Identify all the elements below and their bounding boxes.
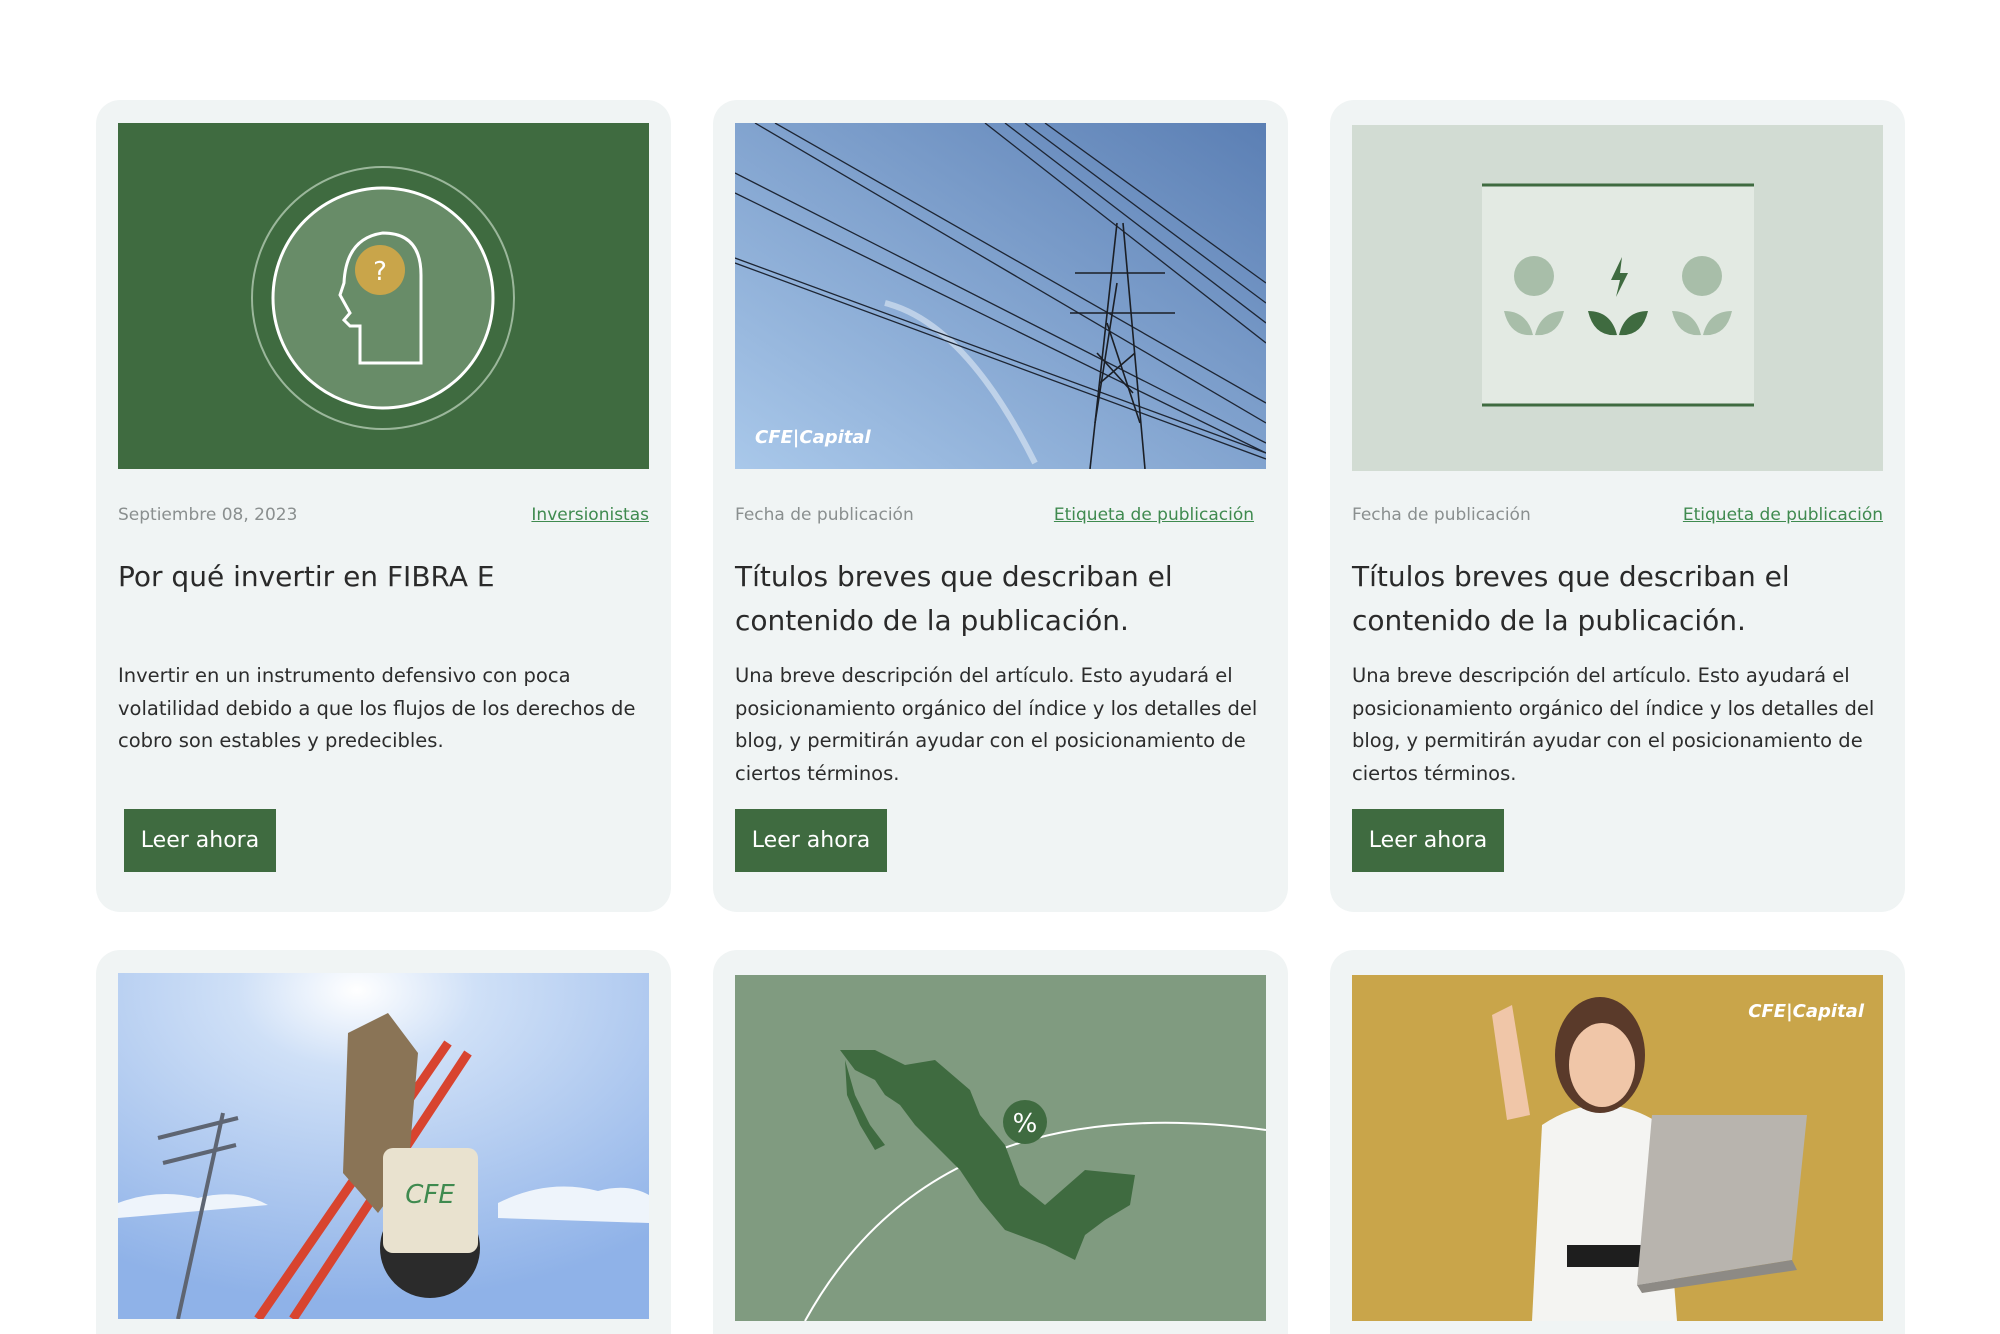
publication-tag-link[interactable]: Etiqueta de publicación: [1683, 505, 1883, 525]
article-title: Títulos breves que describan el contenid…: [1352, 560, 1790, 637]
image-glyph: ?: [373, 257, 387, 287]
head-question-icon: ?: [118, 123, 649, 469]
image-glyph: %: [1013, 1109, 1038, 1139]
article-card: CFE|Capital Fecha de publicación Etiquet…: [713, 100, 1288, 912]
brand-mark: CFE: [405, 1180, 455, 1210]
article-card: Fecha de publicación Etiqueta de publica…: [1330, 100, 1905, 912]
power-tower-photo: CFE|Capital: [735, 123, 1266, 469]
article-image[interactable]: %: [735, 975, 1266, 1321]
energy-plants-illustration: [1352, 125, 1883, 471]
publication-tag-link[interactable]: Etiqueta de publicación: [1054, 505, 1254, 525]
article-title: Por qué invertir en FIBRA E: [118, 560, 495, 593]
mexico-map-illustration: %: [735, 975, 1266, 1321]
lineworker-photo: CFE: [118, 973, 649, 1319]
read-now-button[interactable]: Leer ahora: [1352, 809, 1504, 872]
brand-watermark: CFE|Capital: [755, 427, 872, 448]
article-description: Una breve descripción del artículo. Esto…: [735, 664, 1258, 785]
article-description: Invertir en un instrumento defensivo con…: [118, 664, 636, 752]
happy-woman-laptop-photo: CFE|Capital: [1352, 975, 1883, 1321]
card-meta: Fecha de publicación Etiqueta de publica…: [735, 505, 1266, 529]
brand-watermark: CFE|Capital: [1748, 1001, 1865, 1022]
article-image[interactable]: CFE|Capital: [735, 123, 1266, 469]
read-now-button[interactable]: Leer ahora: [735, 809, 887, 872]
article-card: CFE|Capital: [1330, 950, 1905, 1334]
article-image[interactable]: CFE: [118, 973, 649, 1319]
article-card: CFE: [96, 950, 671, 1334]
publication-date: Septiembre 08, 2023: [118, 505, 298, 525]
read-now-button[interactable]: Leer ahora: [124, 809, 276, 872]
article-image[interactable]: [1352, 125, 1883, 471]
article-image[interactable]: ?: [118, 123, 649, 469]
article-image[interactable]: CFE|Capital: [1352, 975, 1883, 1321]
article-card: ? Septiembre 08, 2023 Inversionistas Por…: [96, 100, 671, 912]
card-meta: Fecha de publicación Etiqueta de publica…: [1352, 505, 1883, 529]
publication-date: Fecha de publicación: [1352, 505, 1531, 525]
article-title: Títulos breves que describan el contenid…: [735, 560, 1173, 637]
article-card: %: [713, 950, 1288, 1334]
publication-tag-link[interactable]: Inversionistas: [531, 505, 649, 525]
card-meta: Septiembre 08, 2023 Inversionistas: [118, 505, 649, 529]
publication-date: Fecha de publicación: [735, 505, 914, 525]
article-description: Una breve descripción del artículo. Esto…: [1352, 664, 1875, 785]
